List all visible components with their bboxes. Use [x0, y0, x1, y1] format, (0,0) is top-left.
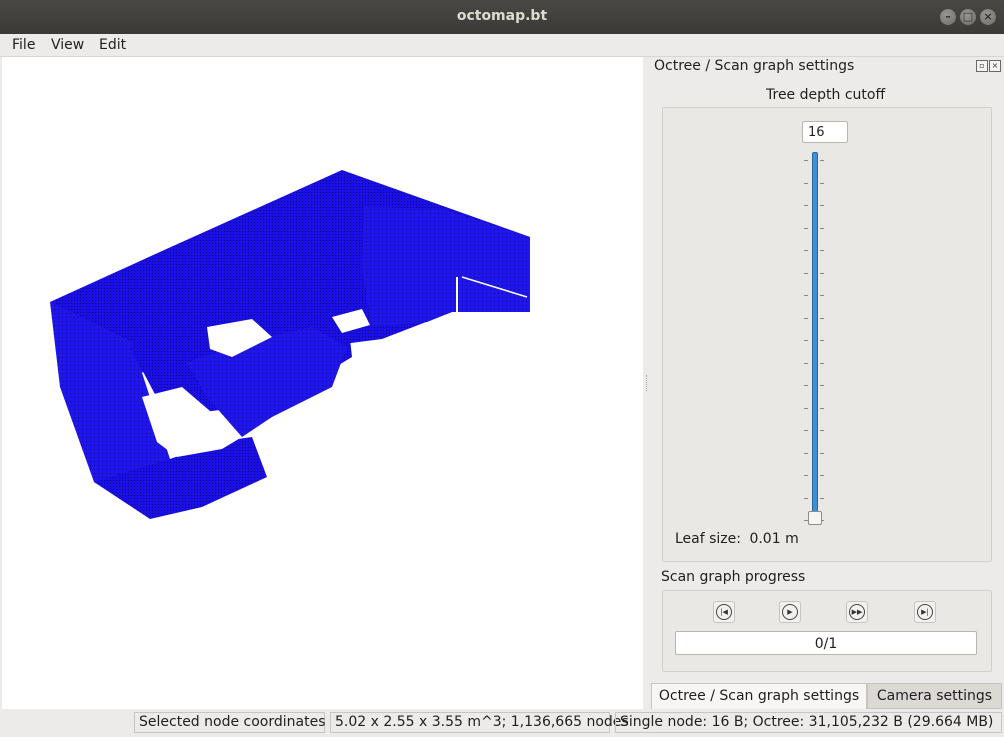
status-selected-node: Selected node coordinates	[134, 712, 326, 733]
status-memory: Single node: 16 B; Octree: 31,105,232 B …	[615, 712, 1002, 733]
slider-tick	[804, 205, 808, 206]
splitter-handle[interactable]	[646, 375, 649, 391]
scan-graph-label: Scan graph progress	[661, 569, 806, 585]
slider-tick	[820, 407, 824, 409]
skip-to-start-button[interactable]: |◀	[713, 601, 735, 623]
slider-tick	[804, 272, 808, 274]
tree-depth-group	[662, 107, 992, 562]
fast-forward-button[interactable]: ▶▶	[846, 601, 868, 623]
status-bar: Selected node coordinates 5.02 x 2.55 x …	[0, 709, 1004, 737]
tree-depth-label: Tree depth cutoff	[766, 87, 886, 103]
menu-bar: File View Edit	[0, 34, 1004, 57]
minimize-button[interactable]: –	[940, 9, 956, 25]
slider-handle[interactable]	[808, 511, 822, 525]
skip-to-start-icon: |◀	[716, 604, 732, 620]
tab-camera-settings[interactable]: Camera settings	[867, 683, 1002, 709]
dock-float-icon[interactable]: ▫	[976, 60, 988, 72]
slider-tick	[804, 497, 808, 499]
play-button[interactable]: ▶	[779, 601, 801, 623]
leaf-size-label: Leaf size:	[675, 531, 741, 547]
slider-tick	[804, 227, 808, 229]
slider-tick	[820, 295, 824, 296]
slider-tick	[804, 295, 808, 296]
window-title: octomap.bt	[456, 8, 548, 24]
slider-tick	[820, 385, 824, 386]
slider-tick	[804, 430, 808, 431]
skip-to-end-icon: ▶|	[917, 604, 933, 620]
slider-tick	[820, 182, 824, 184]
tree-depth-spinbox[interactable]: 16	[802, 121, 848, 143]
slider-tick	[820, 497, 824, 499]
dock-controls: ▫ ×	[976, 60, 1001, 72]
tree-depth-slider[interactable]	[812, 152, 818, 522]
slider-tick	[804, 407, 808, 409]
slider-tick	[820, 475, 824, 476]
title-bar: octomap.bt – □ ×	[0, 0, 1004, 35]
slider-tick	[820, 452, 824, 454]
leaf-size-value: 0.01 m	[749, 531, 799, 547]
menu-file[interactable]: File	[12, 37, 35, 53]
main-window: octomap.bt – □ × File View Edit Octree /…	[0, 0, 1004, 737]
dock-title: Octree / Scan graph settings	[654, 58, 855, 74]
slider-tick	[820, 317, 824, 319]
slider-tick	[820, 250, 824, 251]
maximize-button[interactable]: □	[960, 9, 976, 25]
slider-tick	[820, 430, 824, 431]
slider-tick	[804, 362, 808, 364]
slider-tick	[820, 205, 824, 206]
slider-tick	[820, 227, 824, 229]
slider-tick	[804, 340, 808, 341]
skip-to-end-button[interactable]: ▶|	[914, 601, 936, 623]
menu-view[interactable]: View	[51, 37, 84, 53]
tab-octree-settings[interactable]: Octree / Scan graph settings	[651, 683, 867, 709]
3d-viewport[interactable]	[2, 57, 643, 709]
slider-tick	[820, 362, 824, 364]
scan-progress-bar: 0/1	[675, 631, 977, 655]
slider-tick	[820, 160, 824, 161]
dock-close-icon[interactable]: ×	[989, 60, 1001, 72]
close-button[interactable]: ×	[980, 9, 996, 25]
octomap-render[interactable]	[2, 57, 643, 709]
slider-tick	[804, 182, 808, 184]
slider-tick	[804, 385, 808, 386]
slider-tick	[820, 272, 824, 274]
window-controls: – □ ×	[940, 9, 996, 25]
status-scene-size: 5.02 x 2.55 x 3.55 m^3; 1,136,665 nodes	[330, 712, 629, 733]
slider-tick	[804, 475, 808, 476]
slider-tick	[804, 250, 808, 251]
fast-forward-icon: ▶▶	[849, 604, 865, 620]
slider-tick	[804, 317, 808, 319]
right-wall-voxels	[362, 207, 530, 327]
menu-edit[interactable]: Edit	[99, 37, 126, 53]
play-icon: ▶	[782, 604, 798, 620]
slider-tick	[804, 452, 808, 454]
slider-tick	[820, 340, 824, 341]
slider-tick	[804, 160, 808, 161]
leaf-size: Leaf size: 0.01 m	[675, 531, 799, 547]
